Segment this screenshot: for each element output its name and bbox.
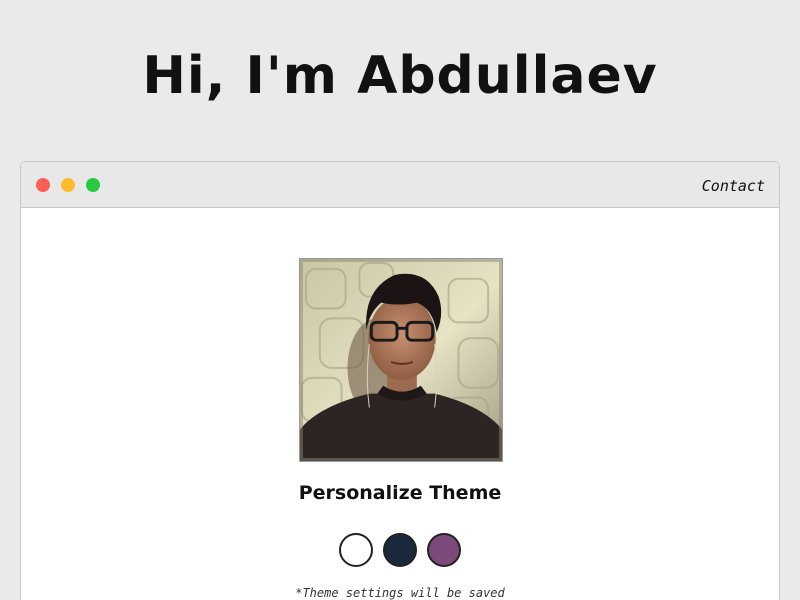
maximize-window-button[interactable]: [86, 178, 100, 192]
theme-note: *Theme settings will be saved: [295, 586, 505, 600]
browser-window: Contact Personalize Theme *Theme setting…: [20, 161, 780, 600]
theme-swatch-dark-blue[interactable]: [383, 533, 417, 567]
window-content: Personalize Theme *Theme settings will b…: [21, 208, 779, 600]
theme-swatch-light[interactable]: [339, 533, 373, 567]
window-titlebar: Contact: [21, 162, 779, 208]
minimize-window-button[interactable]: [61, 178, 75, 192]
theme-swatches: [21, 533, 779, 567]
contact-link[interactable]: Contact: [702, 177, 765, 195]
close-window-button[interactable]: [36, 178, 50, 192]
theme-swatch-purple[interactable]: [427, 533, 461, 567]
profile-photo: [299, 258, 503, 462]
theme-section-title: Personalize Theme: [298, 482, 502, 504]
page-title: Hi, I'm Abdullaev: [142, 46, 658, 106]
